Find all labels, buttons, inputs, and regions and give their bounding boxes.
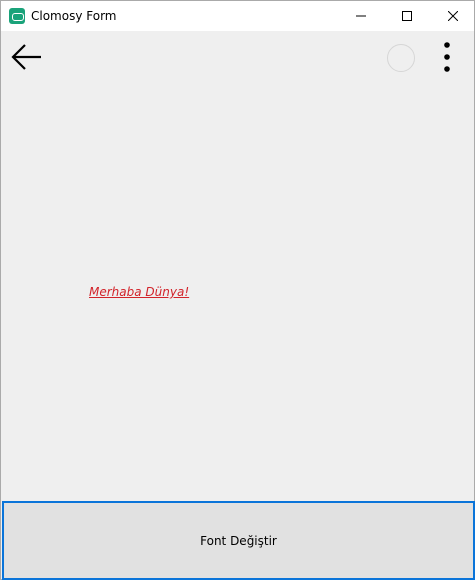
app-window: Clomosy Form Merhaba Dünya! Font Değişti… xyxy=(0,0,475,580)
window-title: Clomosy Form xyxy=(31,9,117,23)
change-font-button-label: Font Değiştir xyxy=(200,533,277,548)
loading-circle-icon xyxy=(387,44,415,72)
back-button[interactable] xyxy=(9,39,45,75)
clomosy-app-icon xyxy=(9,8,25,24)
maximize-icon xyxy=(402,11,412,21)
close-icon xyxy=(448,11,458,21)
more-vertical-icon xyxy=(444,42,450,72)
minimize-button[interactable] xyxy=(338,1,384,31)
close-button[interactable] xyxy=(430,1,475,31)
minimize-icon xyxy=(356,15,366,17)
more-menu-button[interactable] xyxy=(435,39,459,75)
maximize-button[interactable] xyxy=(384,1,430,31)
title-bar[interactable]: Clomosy Form xyxy=(1,1,474,31)
arrow-left-icon xyxy=(11,44,41,70)
change-font-button[interactable]: Font Değiştir xyxy=(2,501,475,580)
hello-world-label: Merhaba Dünya! xyxy=(89,285,190,299)
